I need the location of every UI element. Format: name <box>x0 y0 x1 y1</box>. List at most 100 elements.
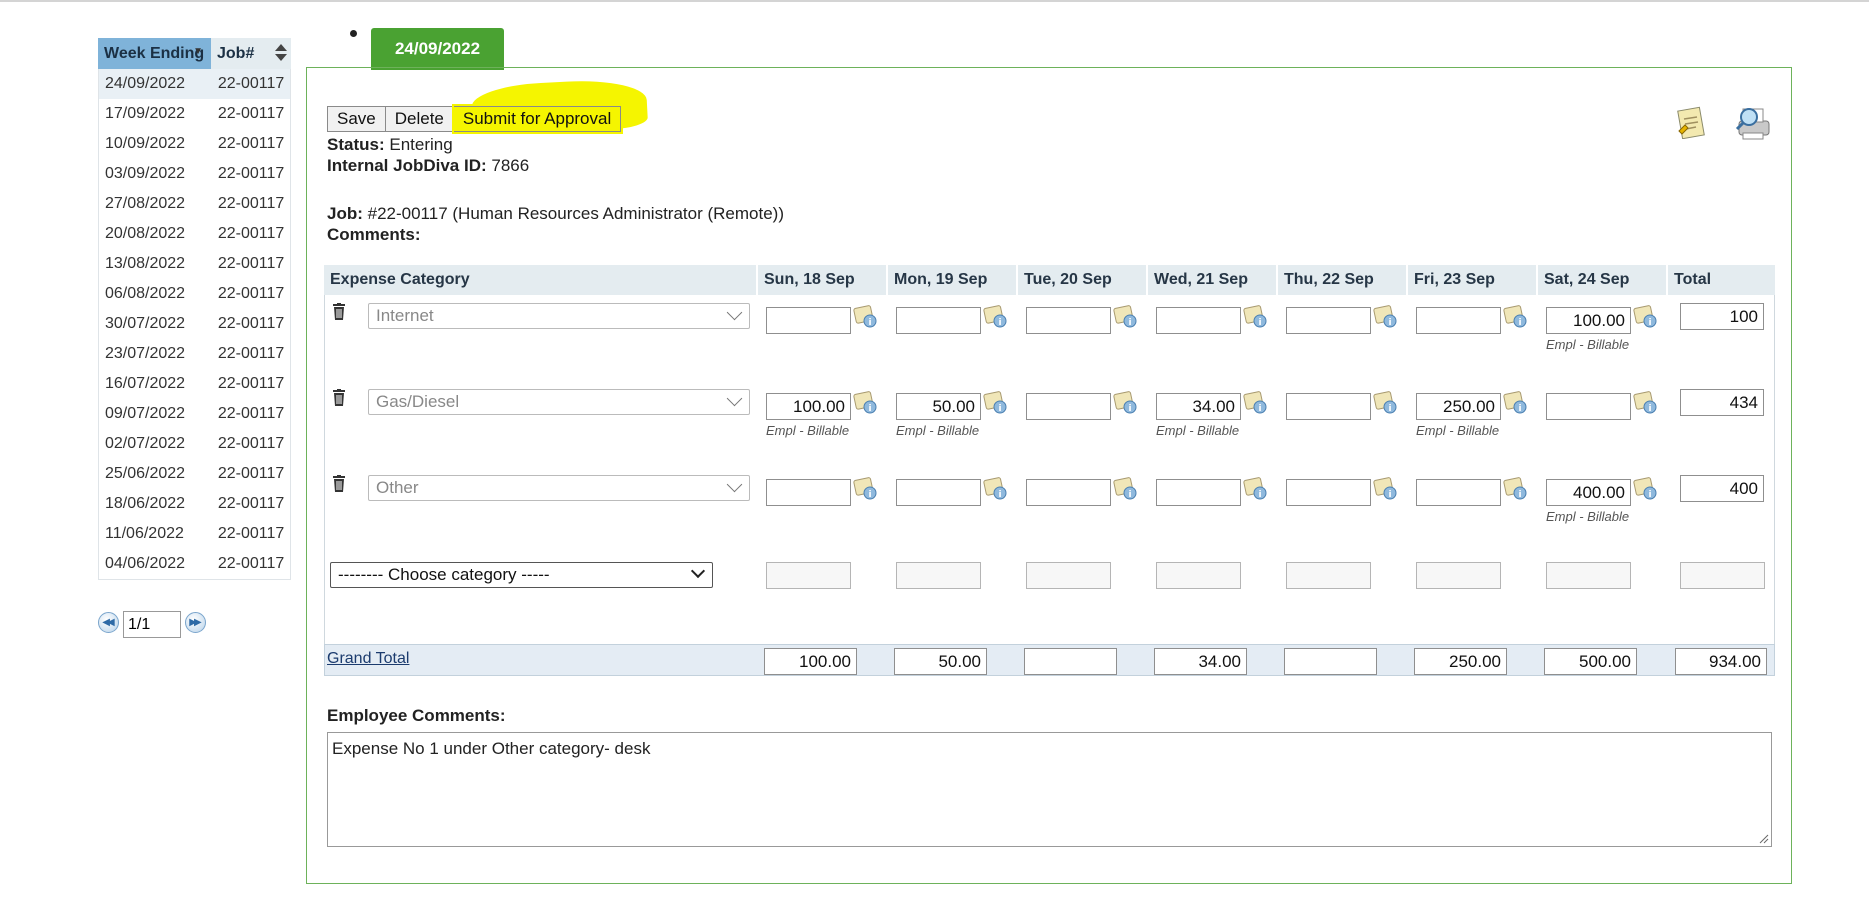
trash-icon[interactable] <box>331 389 347 407</box>
total-header: Total <box>1674 271 1712 288</box>
week-list-row[interactable]: 23/07/2022 22-00117 <box>99 339 290 369</box>
timesheet-panel: Save Delete Submit for Approval Status: … <box>306 67 1792 884</box>
expense-category-select[interactable]: Internet <box>368 303 750 329</box>
row-total-field[interactable]: 100 <box>1680 303 1764 330</box>
info-note-icon[interactable]: i <box>1503 305 1528 329</box>
tue-amount-input[interactable] <box>1026 393 1111 420</box>
svg-text:i: i <box>998 490 1001 500</box>
week-list-row[interactable]: 18/06/2022 22-00117 <box>99 489 290 519</box>
fri-header: Fri, 23 Sep <box>1408 265 1538 295</box>
sun-amount-input[interactable] <box>766 307 851 334</box>
week-list-row[interactable]: 25/06/2022 22-00117 <box>99 459 290 489</box>
sort-both-icon <box>275 44 287 61</box>
info-note-icon[interactable]: i <box>1373 391 1398 415</box>
tue-amount-input[interactable] <box>1026 307 1111 334</box>
week-list-row[interactable]: 24/09/2022 22-00117 <box>99 69 290 99</box>
tue-amount-input[interactable] <box>1026 479 1111 506</box>
wed-amount-input[interactable] <box>1156 307 1241 334</box>
notes-icon[interactable] <box>1675 105 1707 139</box>
row-total-field[interactable]: 434 <box>1680 389 1764 416</box>
mon-amount-input[interactable] <box>896 307 981 334</box>
week-list-row[interactable]: 27/08/2022 22-00117 <box>99 189 290 219</box>
delete-button[interactable]: Delete <box>385 106 454 132</box>
info-note-icon[interactable]: i <box>1633 305 1658 329</box>
week-list-row[interactable]: 03/09/2022 22-00117 <box>99 159 290 189</box>
resize-grip-icon[interactable] <box>1757 832 1769 844</box>
thu-amount-input[interactable] <box>1286 307 1371 334</box>
page-input[interactable] <box>123 611 181 638</box>
tab-week-24-09-2022[interactable]: 24/09/2022 <box>371 28 504 70</box>
week-ending-cell: 11/06/2022 <box>105 525 184 542</box>
week-list-row[interactable]: 09/07/2022 22-00117 <box>99 399 290 429</box>
info-note-icon[interactable]: i <box>1503 391 1528 415</box>
wed-amount-input[interactable]: 34.00 <box>1156 393 1241 420</box>
grand-total-field: 934.00 <box>1675 648 1767 675</box>
last-page-icon[interactable]: ▶▶ <box>185 612 206 633</box>
trash-icon[interactable] <box>331 475 347 493</box>
week-list-row[interactable]: 11/06/2022 22-00117 <box>99 519 290 549</box>
fri-amount-input[interactable]: 250.00 <box>1416 393 1501 420</box>
info-note-icon[interactable]: i <box>1113 391 1138 415</box>
week-ending-column-header[interactable]: Week Ending ▼ <box>98 38 211 69</box>
mon-amount-input[interactable] <box>896 479 981 506</box>
week-list-row[interactable]: 17/09/2022 22-00117 <box>99 99 290 129</box>
info-note-icon[interactable]: i <box>983 305 1008 329</box>
wed-amount-input[interactable] <box>1156 479 1241 506</box>
info-note-icon[interactable]: i <box>983 391 1008 415</box>
employee-comments-textarea[interactable]: Expense No 1 under Other category- desk <box>327 732 1772 847</box>
trash-icon[interactable] <box>331 303 347 321</box>
grand-total-link[interactable]: Grand Total <box>327 650 409 668</box>
info-note-icon[interactable]: i <box>1113 305 1138 329</box>
week-list-row[interactable]: 13/08/2022 22-00117 <box>99 249 290 279</box>
svg-text:i: i <box>1388 404 1391 414</box>
week-list-row[interactable]: 02/07/2022 22-00117 <box>99 429 290 459</box>
info-note-icon[interactable]: i <box>983 477 1008 501</box>
sat-amount-input[interactable]: 400.00 <box>1546 479 1631 506</box>
week-list-row[interactable]: 16/07/2022 22-00117 <box>99 369 290 399</box>
svg-text:i: i <box>1648 318 1651 328</box>
sat-amount-input[interactable] <box>1546 393 1631 420</box>
info-note-icon[interactable]: i <box>853 391 878 415</box>
print-preview-icon[interactable] <box>1733 105 1773 143</box>
thu-amount-input[interactable] <box>1286 479 1371 506</box>
info-note-icon[interactable]: i <box>1243 305 1268 329</box>
expense-table-body: Internet i i i i i i 100.00 i Empl - Billable 100 G… <box>324 295 1775 644</box>
internal-id-value: 7866 <box>491 156 530 175</box>
sun-amount-input[interactable]: 100.00 <box>766 393 851 420</box>
info-note-icon[interactable]: i <box>1503 477 1528 501</box>
grand-total-row: Grand Total 100.00 50.00 34.00 250.00 500.00… <box>324 644 1775 676</box>
week-list-row[interactable]: 30/07/2022 22-00117 <box>99 309 290 339</box>
row-total-field[interactable]: 400 <box>1680 475 1764 502</box>
info-note-icon[interactable]: i <box>1373 477 1398 501</box>
submit-for-approval-button[interactable]: Submit for Approval <box>453 106 622 132</box>
week-list-row[interactable]: 10/09/2022 22-00117 <box>99 129 290 159</box>
info-note-icon[interactable]: i <box>1243 477 1268 501</box>
info-note-icon[interactable]: i <box>1243 391 1268 415</box>
chevron-down-icon <box>726 304 743 321</box>
week-list-row[interactable]: 04/06/2022 22-00117 <box>99 549 290 579</box>
info-note-icon[interactable]: i <box>853 477 878 501</box>
sun-amount-input[interactable] <box>766 479 851 506</box>
fri-amount-input[interactable] <box>1416 307 1501 334</box>
expense-category-select[interactable]: Gas/Diesel <box>368 389 750 415</box>
category-value: Gas/Diesel <box>376 392 460 411</box>
choose-category-select[interactable]: -------- Choose category ----- <box>330 562 713 588</box>
job-column-header[interactable]: Job# <box>211 38 291 69</box>
chevron-down-icon <box>726 390 743 407</box>
mon-amount-input[interactable]: 50.00 <box>896 393 981 420</box>
job-number-cell: 22-00117 <box>217 135 285 152</box>
week-list-row[interactable]: 06/08/2022 22-00117 <box>99 279 290 309</box>
info-note-icon[interactable]: i <box>1113 477 1138 501</box>
info-note-icon[interactable]: i <box>853 305 878 329</box>
job-number-cell: 22-00117 <box>217 225 285 242</box>
thu-amount-input[interactable] <box>1286 393 1371 420</box>
sat-amount-input[interactable]: 100.00 <box>1546 307 1631 334</box>
info-note-icon[interactable]: i <box>1633 391 1658 415</box>
fri-amount-input[interactable] <box>1416 479 1501 506</box>
first-page-icon[interactable]: ◀◀ <box>98 612 119 633</box>
info-note-icon[interactable]: i <box>1373 305 1398 329</box>
expense-category-select[interactable]: Other <box>368 475 750 501</box>
info-note-icon[interactable]: i <box>1633 477 1658 501</box>
week-list-row[interactable]: 20/08/2022 22-00117 <box>99 219 290 249</box>
save-button[interactable]: Save <box>327 106 386 132</box>
